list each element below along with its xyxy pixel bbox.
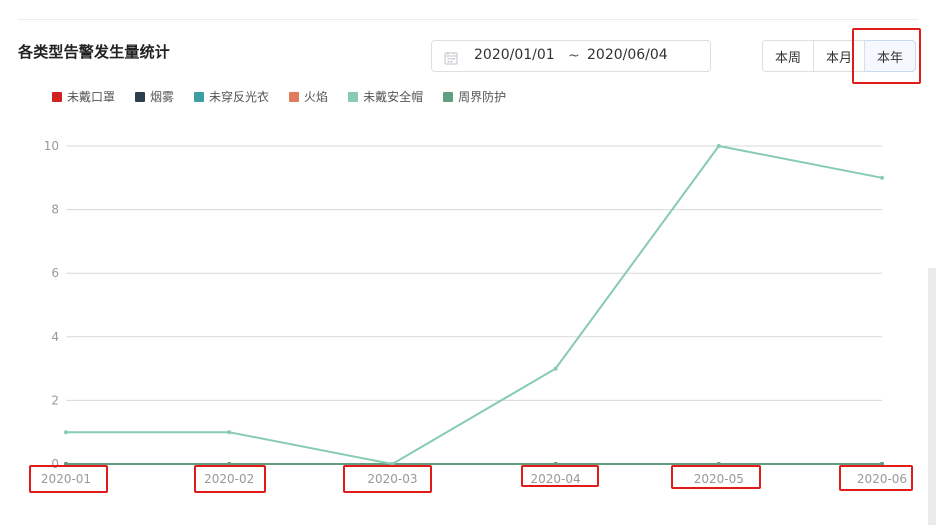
x-tick-label: 2020-04	[531, 472, 581, 486]
data-point	[716, 462, 721, 466]
data-point	[227, 462, 232, 466]
data-point	[64, 430, 68, 435]
x-tick-label: 2020-05	[694, 472, 744, 486]
data-point	[880, 462, 884, 466]
x-tick-label: 2020-06	[857, 472, 907, 486]
data-point	[716, 144, 721, 148]
y-tick-label: 10	[44, 139, 59, 153]
data-point	[227, 430, 232, 435]
series-line	[66, 144, 883, 466]
data-point	[64, 462, 68, 466]
line-chart: 0 2 4 6 8 10 2020-01 2020-02 2020-03 2020-04 2020-…	[41, 139, 907, 486]
data-point	[390, 462, 395, 466]
x-tick-label: 2020-03	[367, 472, 417, 486]
data-point	[553, 366, 558, 371]
y-tick-label: 6	[51, 266, 59, 280]
y-tick-label: 8	[51, 203, 59, 217]
x-tick-label: 2020-01	[41, 472, 91, 486]
data-point	[553, 462, 558, 466]
y-tick-label: 4	[51, 330, 59, 344]
x-tick-label: 2020-02	[204, 472, 254, 486]
data-point	[880, 175, 884, 180]
scrollbar-track[interactable]	[928, 268, 936, 525]
y-tick-label: 2	[51, 393, 59, 407]
y-tick-label: 0	[51, 457, 59, 471]
